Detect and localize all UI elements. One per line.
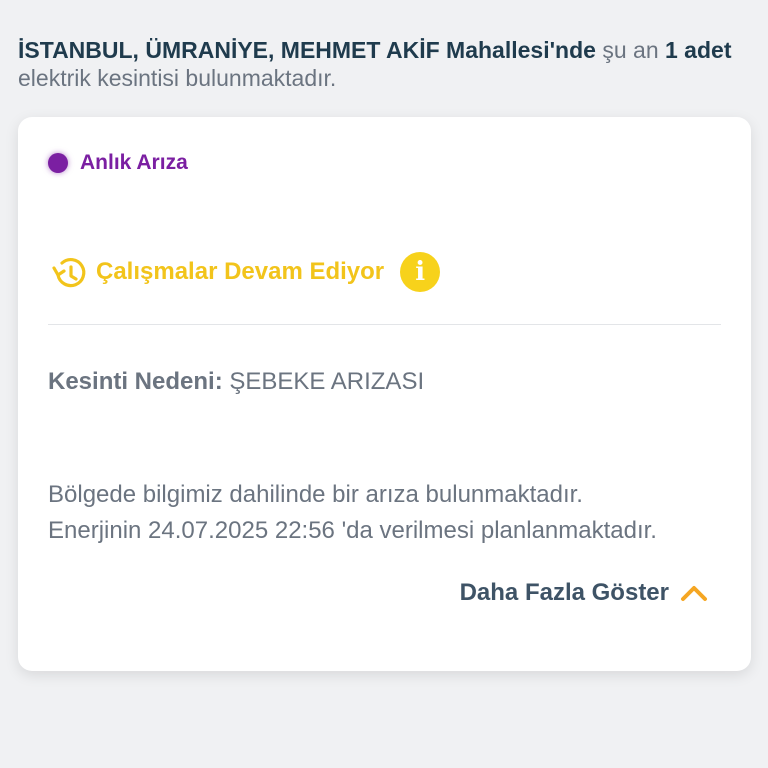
status-label: Anlık Arıza: [80, 151, 188, 174]
show-more-label: Daha Fazla Göster: [459, 579, 669, 606]
show-more-button[interactable]: Daha Fazla Göster: [460, 579, 709, 607]
outage-description: Bölgede bilgimiz dahilinde bir arıza bul…: [48, 477, 731, 549]
clock-refresh-icon: [52, 258, 86, 288]
work-status-label: Çalışmalar Devam Ediyor: [96, 258, 385, 285]
outage-headline: İSTANBUL, ÜMRANİYE, MEHMET AKİF Mahalles…: [18, 36, 750, 92]
chevron-up-icon: [681, 586, 707, 601]
headline-suffix: elektrik kesintisi bulunmaktadır.: [18, 65, 337, 91]
reason-label: Kesinti Nedeni:: [48, 368, 223, 395]
description-line-2: Enerjinin 24.07.2025 22:56 'da verilmesi…: [48, 517, 657, 544]
outage-card: Anlık Arıza Çalışmalar Devam Ediyor i Ke…: [18, 117, 751, 671]
outage-page: İSTANBUL, ÜMRANİYE, MEHMET AKİF Mahalles…: [0, 0, 768, 768]
headline-count: 1 adet: [665, 37, 732, 63]
reason-value: ŞEBEKE ARIZASI: [229, 368, 425, 395]
divider: [48, 324, 721, 325]
work-status-row: Çalışmalar Devam Ediyor i: [48, 251, 441, 293]
status-row: Anlık Arıza: [48, 151, 188, 175]
status-dot-icon: [48, 153, 68, 173]
outage-reason: Kesinti Nedeni: ŞEBEKE ARIZASI: [48, 368, 424, 396]
info-icon[interactable]: i: [400, 252, 441, 292]
headline-location: İSTANBUL, ÜMRANİYE, MEHMET AKİF Mahalles…: [18, 37, 596, 63]
description-line-1: Bölgede bilgimiz dahilinde bir arıza bul…: [48, 481, 583, 508]
headline-connector: şu an: [595, 37, 665, 63]
